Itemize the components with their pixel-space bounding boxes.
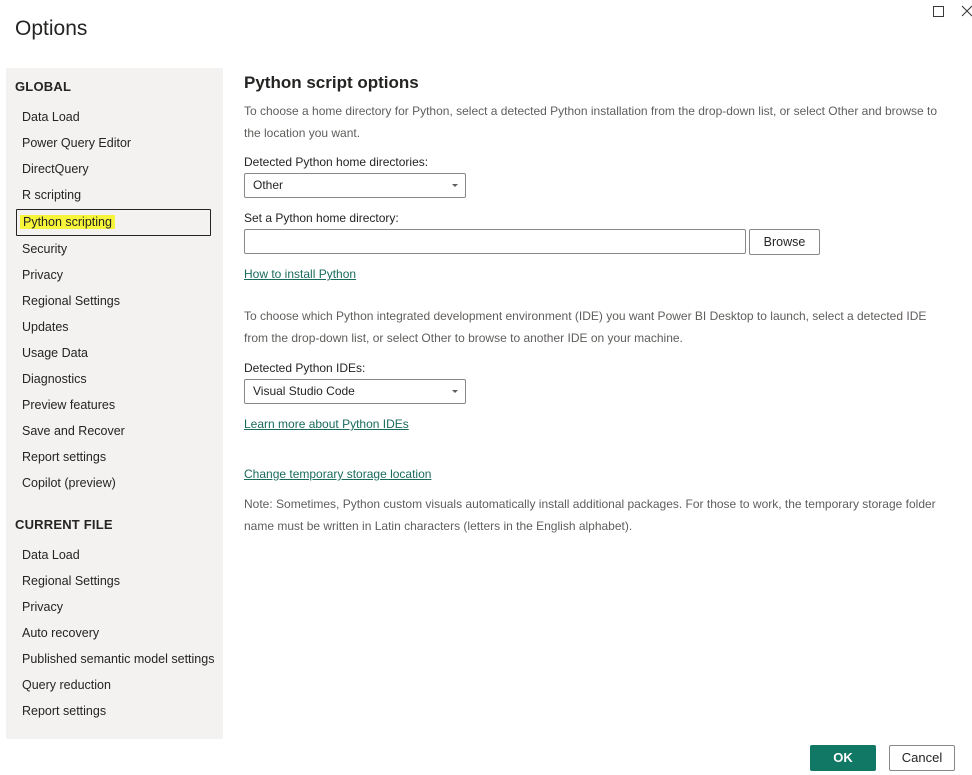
sidebar-item-current-regional-settings[interactable]: Regional Settings xyxy=(6,568,223,594)
set-home-label: Set a Python home directory: xyxy=(244,211,399,225)
sidebar-item-security[interactable]: Security xyxy=(6,236,223,262)
sidebar-item-python-scripting[interactable]: Python scripting xyxy=(6,209,223,236)
chevron-down-icon xyxy=(452,390,458,393)
sidebar-item-current-data-load[interactable]: Data Load xyxy=(6,542,223,568)
maximize-icon xyxy=(932,5,944,17)
change-temporary-storage-link[interactable]: Change temporary storage location xyxy=(244,467,431,481)
sidebar-item-label: Python scripting xyxy=(20,215,115,229)
sidebar-item-label: DirectQuery xyxy=(22,162,89,176)
sidebar-item-label: Query reduction xyxy=(22,678,111,692)
sidebar-item-copilot-preview[interactable]: Copilot (preview) xyxy=(6,470,223,496)
home-directory-description: To choose a home directory for Python, s… xyxy=(244,104,938,140)
sidebar-item-label: Published semantic model settings xyxy=(22,652,215,666)
sidebar-item-label: Data Load xyxy=(22,548,80,562)
sidebar-item-label: Regional Settings xyxy=(22,294,120,308)
sidebar-item-published-semantic-model-settings[interactable]: Published semantic model settings xyxy=(6,646,223,672)
page-title: Python script options xyxy=(244,73,419,92)
ok-button[interactable]: OK xyxy=(810,745,876,771)
sidebar-item-label: Privacy xyxy=(22,268,63,282)
sidebar-item-label: Diagnostics xyxy=(22,372,87,386)
detected-home-value: Other xyxy=(253,178,284,192)
sidebar-item-power-query-editor[interactable]: Power Query Editor xyxy=(6,130,223,156)
sidebar-item-label: Data Load xyxy=(22,110,80,124)
current-file-nav-list: Data Load Regional Settings Privacy Auto… xyxy=(6,542,223,724)
sidebar-item-label: Preview features xyxy=(22,398,116,412)
sidebar-item-privacy[interactable]: Privacy xyxy=(6,262,223,288)
cancel-button[interactable]: Cancel xyxy=(889,745,955,771)
options-sidebar: GLOBAL Data Load Power Query Editor Dire… xyxy=(6,68,223,739)
sidebar-item-label: Save and Recover xyxy=(22,424,125,438)
sidebar-item-label: Regional Settings xyxy=(22,574,120,588)
sidebar-item-current-privacy[interactable]: Privacy xyxy=(6,594,223,620)
storage-note: Note: Sometimes, Python custom visuals a… xyxy=(244,497,936,533)
sidebar-item-diagnostics[interactable]: Diagnostics xyxy=(6,366,223,392)
detected-ide-value: Visual Studio Code xyxy=(253,384,355,398)
sidebar-item-directquery[interactable]: DirectQuery xyxy=(6,156,223,182)
sidebar-item-r-scripting[interactable]: R scripting xyxy=(6,182,223,208)
python-home-directory-input[interactable] xyxy=(244,229,746,254)
sidebar-item-auto-recovery[interactable]: Auto recovery xyxy=(6,620,223,646)
current-file-heading: CURRENT FILE xyxy=(15,517,113,532)
sidebar-item-updates[interactable]: Updates xyxy=(6,314,223,340)
sidebar-item-label: Auto recovery xyxy=(22,626,100,640)
global-nav-list: Data Load Power Query Editor DirectQuery… xyxy=(6,104,223,496)
detected-home-label: Detected Python home directories: xyxy=(244,155,429,169)
sidebar-item-label: Usage Data xyxy=(22,346,89,360)
sidebar-item-query-reduction[interactable]: Query reduction xyxy=(6,672,223,698)
sidebar-item-report-settings[interactable]: Report settings xyxy=(6,444,223,470)
sidebar-item-regional-settings[interactable]: Regional Settings xyxy=(6,288,223,314)
ide-description: To choose which Python integrated develo… xyxy=(244,309,927,345)
options-dialog: Options GLOBAL Data Load Power Query Edi… xyxy=(0,0,972,775)
sidebar-item-label: Copilot (preview) xyxy=(22,476,116,490)
close-icon xyxy=(961,5,972,17)
maximize-button[interactable] xyxy=(929,2,947,20)
sidebar-item-label: Updates xyxy=(22,320,69,334)
sidebar-item-preview-features[interactable]: Preview features xyxy=(6,392,223,418)
sidebar-item-label: Security xyxy=(22,242,68,256)
sidebar-item-current-report-settings[interactable]: Report settings xyxy=(6,698,223,724)
sidebar-item-label: Power Query Editor xyxy=(22,136,132,150)
sidebar-item-label: Report settings xyxy=(22,704,107,718)
detected-ide-dropdown[interactable]: Visual Studio Code xyxy=(244,379,466,404)
browse-button[interactable]: Browse xyxy=(749,229,820,255)
chevron-down-icon xyxy=(452,184,458,187)
global-heading: GLOBAL xyxy=(15,79,72,94)
sidebar-item-data-load[interactable]: Data Load xyxy=(6,104,223,130)
sidebar-item-label: Report settings xyxy=(22,450,107,464)
detected-ide-label: Detected Python IDEs: xyxy=(244,361,366,375)
learn-more-python-ides-link[interactable]: Learn more about Python IDEs xyxy=(244,417,409,431)
dialog-title: Options xyxy=(15,17,88,40)
sidebar-item-save-and-recover[interactable]: Save and Recover xyxy=(6,418,223,444)
sidebar-item-label: R scripting xyxy=(22,188,82,202)
sidebar-item-usage-data[interactable]: Usage Data xyxy=(6,340,223,366)
detected-home-dropdown[interactable]: Other xyxy=(244,173,466,198)
how-to-install-python-link[interactable]: How to install Python xyxy=(244,267,356,281)
sidebar-item-label: Privacy xyxy=(22,600,63,614)
close-button[interactable] xyxy=(958,2,972,20)
